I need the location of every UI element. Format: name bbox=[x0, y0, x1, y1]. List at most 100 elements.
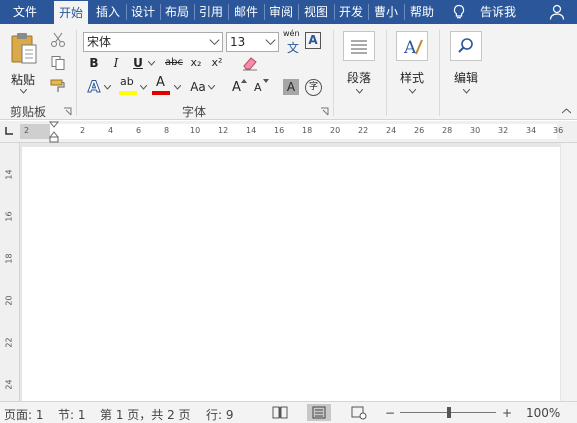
ruler-tick-label: 14 bbox=[4, 169, 14, 180]
styles-icon-box: A bbox=[396, 31, 428, 61]
tab-design[interactable]: 设计 bbox=[127, 0, 159, 24]
strikethrough-button[interactable]: abc bbox=[163, 54, 185, 72]
tell-me-search[interactable]: 告诉我 bbox=[474, 0, 522, 24]
page-count-status[interactable]: 第 1 页，共 2 页 bbox=[100, 406, 191, 423]
clear-formatting-icon[interactable] bbox=[241, 55, 259, 71]
print-layout-icon bbox=[312, 406, 326, 419]
web-layout-button[interactable] bbox=[347, 404, 371, 421]
format-painter-icon[interactable] bbox=[50, 78, 66, 94]
horizontal-ruler[interactable]: 2 2 4 6 8 10 12 14 16 18 20 22 24 26 28 … bbox=[0, 121, 577, 143]
zoom-in-button[interactable]: + bbox=[502, 406, 512, 420]
ruler-tick-label: 10 bbox=[190, 126, 201, 135]
chevron-down-icon[interactable] bbox=[174, 85, 181, 90]
print-layout-button[interactable] bbox=[307, 404, 331, 421]
caret-down-icon bbox=[263, 79, 269, 83]
bold-button[interactable]: B bbox=[85, 54, 103, 72]
tab-file[interactable]: 文件 bbox=[0, 0, 50, 24]
read-mode-button[interactable] bbox=[268, 404, 292, 421]
tab-review[interactable]: 审阅 bbox=[265, 0, 297, 24]
ruler-tick-label: 32 bbox=[498, 126, 509, 135]
line-number-status[interactable]: 行: 9 bbox=[206, 406, 234, 423]
book-icon bbox=[272, 406, 288, 419]
ruler-tick-label: 18 bbox=[302, 126, 313, 135]
search-icon bbox=[458, 38, 473, 53]
ruler-tick-label: 30 bbox=[470, 126, 481, 135]
page-number-status[interactable]: 页面: 1 bbox=[4, 406, 44, 423]
ruler-tick-label: 26 bbox=[414, 126, 425, 135]
paste-button[interactable]: 粘贴 bbox=[5, 29, 43, 94]
chevron-down-icon bbox=[463, 89, 470, 94]
chevron-down-icon bbox=[409, 89, 416, 94]
shrink-font-button[interactable]: A bbox=[252, 78, 270, 96]
dialog-launcher-icon[interactable] bbox=[63, 107, 72, 116]
superscript-button[interactable]: x² bbox=[208, 54, 226, 72]
svg-text:A: A bbox=[403, 38, 417, 58]
chevron-down-icon[interactable] bbox=[148, 61, 155, 66]
paragraph-icon-box bbox=[343, 31, 375, 61]
italic-button[interactable]: I bbox=[107, 54, 125, 72]
dialog-launcher-icon[interactable] bbox=[320, 107, 329, 116]
vertical-scrollbar[interactable] bbox=[561, 143, 577, 401]
phonetic-guide-button[interactable]: wén 文 bbox=[283, 29, 301, 55]
tab-insert[interactable]: 插入 bbox=[91, 0, 125, 24]
document-page[interactable] bbox=[22, 147, 560, 401]
copy-icon[interactable] bbox=[50, 55, 66, 71]
paragraph-button[interactable]: 段落 bbox=[339, 31, 379, 101]
tab-layout[interactable]: 布局 bbox=[161, 0, 193, 24]
tab-developer[interactable]: 开发 bbox=[335, 0, 367, 24]
font-size-combo[interactable]: 13 bbox=[226, 32, 279, 52]
highlight-button[interactable]: ab bbox=[119, 75, 139, 97]
lightbulb-icon[interactable] bbox=[451, 4, 467, 20]
editing-icon-box bbox=[450, 31, 482, 61]
ribbon: 粘贴 剪贴板 宋体 13 wén 文 A B I U abc x₂ x² A a… bbox=[0, 24, 577, 120]
indent-marker-icon[interactable] bbox=[49, 121, 59, 143]
enclose-characters-button[interactable]: 字 bbox=[305, 79, 322, 96]
underline-button[interactable]: U bbox=[129, 54, 147, 72]
tab-references[interactable]: 引用 bbox=[195, 0, 227, 24]
web-layout-icon bbox=[351, 406, 367, 420]
vertical-ruler[interactable]: 14 16 18 20 22 24 bbox=[0, 143, 20, 401]
clipboard-paste-icon bbox=[11, 33, 37, 64]
collapse-ribbon-icon[interactable] bbox=[562, 108, 571, 114]
char-border-button[interactable]: A bbox=[305, 32, 321, 49]
char-shading-button[interactable]: A bbox=[283, 79, 299, 95]
cut-icon[interactable] bbox=[50, 32, 66, 48]
tab-mailings[interactable]: 邮件 bbox=[229, 0, 263, 24]
font-color-button[interactable]: A bbox=[152, 75, 172, 97]
ruler-tick-label: 18 bbox=[4, 253, 14, 264]
chevron-down-icon bbox=[265, 39, 276, 46]
tab-home[interactable]: 开始 bbox=[54, 1, 88, 25]
subscript-button[interactable]: x₂ bbox=[187, 54, 205, 72]
ruler-tick-label: 16 bbox=[274, 126, 285, 135]
user-icon[interactable] bbox=[548, 3, 566, 21]
ruler-tick-label: 34 bbox=[526, 126, 537, 135]
text-effects-button[interactable]: A bbox=[85, 77, 103, 96]
zoom-slider-thumb[interactable] bbox=[447, 407, 451, 418]
zoom-out-button[interactable]: − bbox=[385, 406, 395, 420]
font-size-value: 13 bbox=[230, 35, 246, 49]
ruler-tick-label: 12 bbox=[218, 126, 229, 135]
grow-font-button[interactable]: A bbox=[230, 78, 248, 96]
chevron-down-icon bbox=[20, 89, 27, 94]
ruler-tick-label: 4 bbox=[108, 126, 114, 135]
zoom-level[interactable]: 100% bbox=[526, 406, 560, 420]
font-name-value: 宋体 bbox=[87, 35, 112, 49]
tab-selector-icon[interactable] bbox=[3, 125, 15, 137]
highlight-text: ab bbox=[120, 75, 134, 88]
chevron-down-icon[interactable] bbox=[208, 85, 215, 90]
section-status[interactable]: 节: 1 bbox=[58, 406, 86, 423]
tab-custom[interactable]: 曹小 bbox=[369, 0, 403, 24]
highlight-color-swatch bbox=[119, 91, 137, 95]
status-bar: 页面: 1 节: 1 第 1 页，共 2 页 行: 9 − + 100% bbox=[0, 401, 577, 423]
tab-view[interactable]: 视图 bbox=[299, 0, 333, 24]
font-name-combo[interactable]: 宋体 bbox=[83, 32, 223, 52]
editing-button[interactable]: 编辑 bbox=[446, 31, 486, 101]
chevron-down-icon[interactable] bbox=[140, 85, 147, 90]
change-case-button[interactable]: Aa bbox=[187, 78, 209, 96]
ruler-tick-label: 2 bbox=[80, 126, 86, 135]
styles-button[interactable]: A 样式 bbox=[392, 31, 432, 101]
group-divider bbox=[333, 30, 334, 116]
paragraph-icon bbox=[351, 40, 367, 54]
tab-help[interactable]: 帮助 bbox=[405, 0, 439, 24]
chevron-down-icon[interactable] bbox=[104, 85, 111, 90]
